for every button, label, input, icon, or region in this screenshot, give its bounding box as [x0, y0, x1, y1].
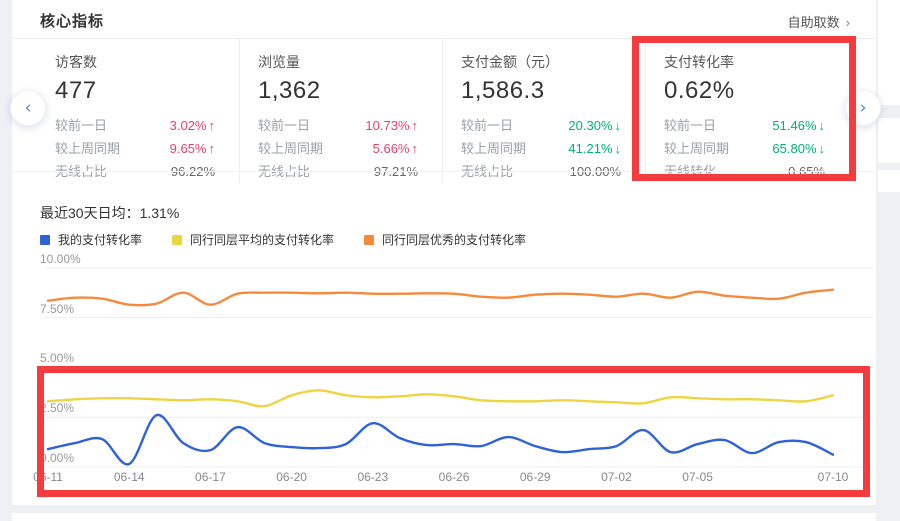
metric-card-value: 477 — [55, 77, 215, 105]
stat-label: 较前一日 — [461, 114, 513, 137]
metric-card-stat-row: 较前一日 10.73%↑ — [258, 114, 418, 137]
metric-card-title: 访客数 — [55, 52, 215, 72]
metric-card-stat-row: 较前一日 20.30%↓ — [461, 114, 621, 137]
metric-card[interactable]: 支付金额（元）1,586.3较前一日20.30%↓较上周同期41.21%↓无线占… — [443, 39, 646, 183]
trend-up-icon: ↑ — [209, 118, 216, 133]
metric-card[interactable]: 浏览量1,362较前一日10.73%↑较上周同期5.66%↑无线占比97.21% — [240, 39, 443, 183]
legend-label: 我的支付转化率 — [58, 231, 142, 248]
stat-label: 较前一日 — [258, 114, 310, 137]
self-service-data-label: 自助取数 — [788, 15, 840, 30]
trend-up-icon: ↑ — [209, 141, 216, 156]
adjacent-panel-fragment — [878, 170, 900, 192]
stat-value: 5.66%↑ — [373, 137, 418, 160]
trend-down-icon: ↓ — [615, 118, 622, 133]
stat-label: 较上周同期 — [55, 137, 120, 160]
y-axis-tick: 7.50% — [40, 302, 74, 316]
legend-swatch-icon — [40, 235, 50, 245]
legend-label: 同行同层优秀的支付转化率 — [382, 231, 526, 248]
metric-card-stat-row: 较上周同期 5.66%↑ — [258, 137, 418, 160]
metric-card-title: 浏览量 — [258, 52, 418, 72]
trend-down-icon: ↓ — [615, 141, 622, 156]
stat-label: 较上周同期 — [461, 137, 526, 160]
chevron-right-icon: › — [846, 15, 850, 30]
legend-item[interactable]: 同行同层优秀的支付转化率 — [364, 231, 526, 248]
adjacent-panel-fragment — [878, 0, 900, 105]
stat-value: 9.65%↑ — [170, 137, 215, 160]
metric-card-title: 支付金额（元） — [461, 52, 621, 72]
metric-card-stat-row: 较上周同期 41.21%↓ — [461, 137, 621, 160]
metric-card-stat-row: 较上周同期 9.65%↑ — [55, 137, 215, 160]
stat-value: 41.21%↓ — [568, 137, 621, 160]
stat-value: 10.73%↑ — [365, 114, 418, 137]
trend-up-icon: ↑ — [412, 118, 419, 133]
stat-label: 较上周同期 — [258, 137, 323, 160]
self-service-data-link[interactable]: 自助取数 › — [788, 12, 850, 31]
stat-value: 20.30%↓ — [568, 114, 621, 137]
adjacent-panel-fragment — [878, 118, 900, 163]
panel-header: 核心指标 自助取数 › — [12, 0, 876, 39]
legend-label: 同行同层平均的支付转化率 — [190, 231, 334, 248]
legend-swatch-icon — [364, 235, 374, 245]
y-axis-tick: 10.00% — [40, 252, 81, 266]
metric-card-value: 1,586.3 — [461, 77, 621, 105]
chart-legend: 我的支付转化率 同行同层平均的支付转化率 同行同层优秀的支付转化率 — [40, 231, 556, 248]
legend-swatch-icon — [172, 235, 182, 245]
chart-title: 最近30天日均：1.31% — [40, 203, 179, 223]
prev-metrics-button[interactable]: ‹ — [10, 90, 46, 126]
annotation-box-chart-region — [37, 366, 870, 497]
trend-up-icon: ↑ — [412, 141, 419, 156]
next-panel-edge — [12, 513, 876, 521]
metric-card-stat-row: 较前一日 3.02%↑ — [55, 114, 215, 137]
stat-label: 较前一日 — [55, 114, 107, 137]
page-title: 核心指标 — [40, 10, 104, 31]
metric-card-value: 1,362 — [258, 77, 418, 105]
metric-card[interactable]: 访客数477较前一日3.02%↑较上周同期9.65%↑无线占比96.22% — [37, 39, 240, 183]
stat-value: 3.02%↑ — [170, 114, 215, 137]
y-axis-tick: 5.00% — [40, 351, 74, 365]
legend-item[interactable]: 我的支付转化率 — [40, 231, 142, 248]
annotation-box-conversion-card — [632, 36, 856, 181]
legend-item[interactable]: 同行同层平均的支付转化率 — [172, 231, 334, 248]
